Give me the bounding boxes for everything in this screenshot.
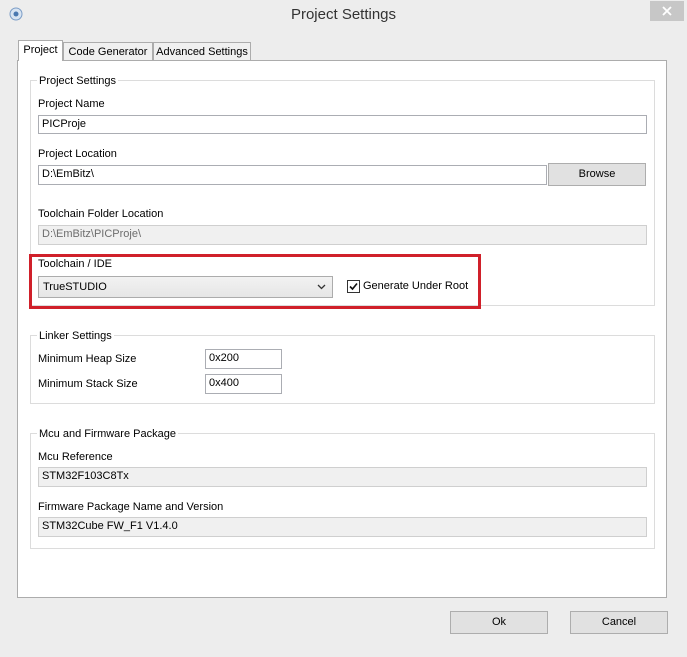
project-name-field[interactable]: PICProje xyxy=(38,115,647,134)
min-heap-label: Minimum Heap Size xyxy=(38,353,137,365)
min-stack-field[interactable]: 0x400 xyxy=(205,374,282,394)
firmware-package-label: Firmware Package Name and Version xyxy=(38,501,224,513)
tab-code-generator[interactable]: Code Generator xyxy=(63,42,153,61)
linker-settings-group xyxy=(30,335,655,404)
min-stack-label: Minimum Stack Size xyxy=(38,378,138,390)
min-heap-field[interactable]: 0x200 xyxy=(205,349,282,369)
tab-project[interactable]: Project xyxy=(18,40,63,61)
close-icon xyxy=(662,6,672,16)
cancel-button[interactable]: Cancel xyxy=(570,611,668,634)
project-name-label: Project Name xyxy=(38,98,105,110)
tab-advanced-settings[interactable]: Advanced Settings xyxy=(153,42,251,61)
firmware-package-field: STM32Cube FW_F1 V1.4.0 xyxy=(38,517,647,537)
project-location-field[interactable]: D:\EmBitz\ xyxy=(38,165,547,185)
close-button[interactable] xyxy=(650,1,684,21)
window-title: Project Settings xyxy=(290,6,397,23)
group-title: Project Settings xyxy=(37,75,119,87)
group-title: Linker Settings xyxy=(37,330,114,342)
group-title: Mcu and Firmware Package xyxy=(37,428,178,440)
tab-label: Project xyxy=(23,44,58,56)
project-location-label: Project Location xyxy=(38,148,117,160)
tab-label: Code Generator xyxy=(68,46,148,58)
ok-button[interactable]: Ok xyxy=(450,611,548,634)
tab-label: Advanced Settings xyxy=(156,46,248,58)
toolchain-folder-label: Toolchain Folder Location xyxy=(38,208,164,220)
toolchain-folder-field: D:\EmBitz\PICProje\ xyxy=(38,225,647,245)
mcu-reference-field: STM32F103C8Tx xyxy=(38,467,647,487)
browse-button[interactable]: Browse xyxy=(548,163,646,186)
mcu-reference-label: Mcu Reference xyxy=(38,451,113,463)
highlight-box xyxy=(29,254,481,309)
